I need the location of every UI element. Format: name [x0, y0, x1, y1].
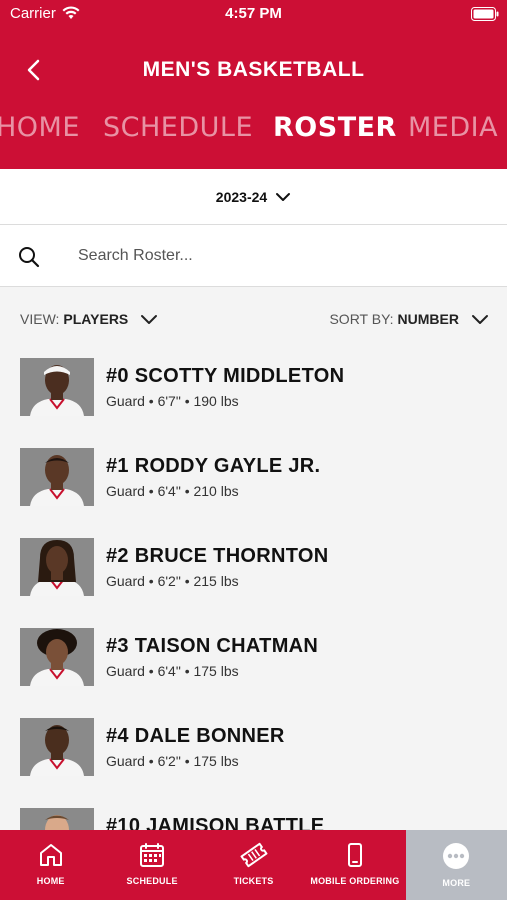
phone-icon — [347, 843, 362, 867]
page-title: MEN'S BASKETBALL — [142, 58, 365, 81]
app-header: Carrier 4:57 PM MEN'S BASKETBALL HOME SC… — [0, 0, 507, 169]
player-name: #1 RODDY GAYLE JR. — [106, 455, 321, 477]
list-item[interactable]: #2 BRUCE THORNTON Guard • 6'2" • 215 lbs — [0, 531, 507, 621]
player-name: #2 BRUCE THORNTON — [106, 545, 329, 567]
status-time: 4:57 PM — [225, 5, 282, 22]
calendar-icon — [140, 843, 165, 867]
player-name: #0 SCOTTY MIDDLETON — [106, 365, 345, 387]
bottom-tab-bar: HOME SCHEDULE TICKETS MOBILE ORDERING MO… — [0, 830, 507, 900]
nav-schedule-label: SCHEDULE — [126, 876, 178, 886]
player-info: Guard • 6'2" • 215 lbs — [106, 573, 239, 589]
view-filter[interactable]: VIEW: PLAYERS — [20, 311, 158, 327]
search-icon — [18, 246, 40, 273]
nav-tickets-label: TICKETS — [233, 876, 274, 886]
player-headshot — [20, 538, 94, 596]
player-headshot — [20, 448, 94, 506]
list-item[interactable]: #0 SCOTTY MIDDLETON Guard • 6'7" • 190 l… — [0, 351, 507, 441]
nav-home[interactable]: HOME — [0, 830, 101, 900]
roster-list: #0 SCOTTY MIDDLETON Guard • 6'7" • 190 l… — [0, 351, 507, 830]
nav-tickets[interactable]: TICKETS — [203, 830, 304, 900]
nav-schedule[interactable]: SCHEDULE — [101, 830, 202, 900]
nav-home-label: HOME — [36, 876, 65, 886]
tab-schedule[interactable]: SCHEDULE — [103, 112, 253, 143]
battery-icon — [471, 7, 499, 26]
view-filter-value: PLAYERS — [63, 311, 129, 327]
sort-filter-key: SORT BY: — [329, 311, 394, 327]
tab-roster[interactable]: ROSTER — [273, 112, 397, 143]
home-icon — [39, 844, 62, 866]
sort-filter-value: NUMBER — [397, 311, 459, 327]
ticket-icon — [240, 842, 267, 868]
player-name: #3 TAISON CHATMAN — [106, 635, 319, 657]
player-name: #4 DALE BONNER — [106, 725, 285, 747]
list-item[interactable]: #1 RODDY GAYLE JR. Guard • 6'4" • 210 lb… — [0, 441, 507, 531]
player-name: #10 JAMISON BATTLE — [106, 815, 325, 830]
list-item[interactable]: #10 JAMISON BATTLE — [0, 801, 507, 830]
status-bar: Carrier 4:57 PM — [0, 0, 507, 30]
search-input[interactable] — [78, 241, 478, 271]
player-info: Guard • 6'2" • 175 lbs — [106, 753, 239, 769]
tab-media[interactable]: MEDIA — [408, 112, 498, 143]
season-label: 2023-24 — [215, 188, 268, 205]
player-headshot — [20, 718, 94, 776]
nav-more-label: MORE — [442, 878, 471, 888]
section-tabs: HOME SCHEDULE ROSTER MEDIA — [0, 112, 507, 152]
more-icon — [443, 843, 470, 869]
view-filter-key: VIEW: — [20, 311, 60, 327]
nav-mobile-ordering[interactable]: MOBILE ORDERING — [304, 830, 405, 900]
player-headshot — [20, 628, 94, 686]
player-info: Guard • 6'4" • 210 lbs — [106, 483, 239, 499]
filter-row: VIEW: PLAYERS SORT BY: NUMBER — [0, 287, 507, 351]
nav-mobile-ordering-label: MOBILE ORDERING — [310, 876, 400, 886]
player-info: Guard • 6'7" • 190 lbs — [106, 393, 239, 409]
season-selector[interactable]: 2023-24 — [0, 169, 507, 225]
search-bar — [0, 225, 507, 287]
player-headshot — [20, 358, 94, 416]
chevron-down-icon — [141, 314, 158, 324]
list-item[interactable]: #4 DALE BONNER Guard • 6'2" • 175 lbs — [0, 711, 507, 801]
player-info: Guard • 6'4" • 175 lbs — [106, 663, 239, 679]
list-item[interactable]: #3 TAISON CHATMAN Guard • 6'4" • 175 lbs — [0, 621, 507, 711]
sort-filter[interactable]: SORT BY: NUMBER — [329, 311, 489, 327]
tab-home[interactable]: HOME — [0, 112, 80, 143]
player-headshot — [20, 808, 94, 830]
chevron-down-icon — [276, 192, 291, 201]
chevron-down-icon — [472, 314, 488, 324]
nav-more[interactable]: MORE — [405, 830, 507, 900]
